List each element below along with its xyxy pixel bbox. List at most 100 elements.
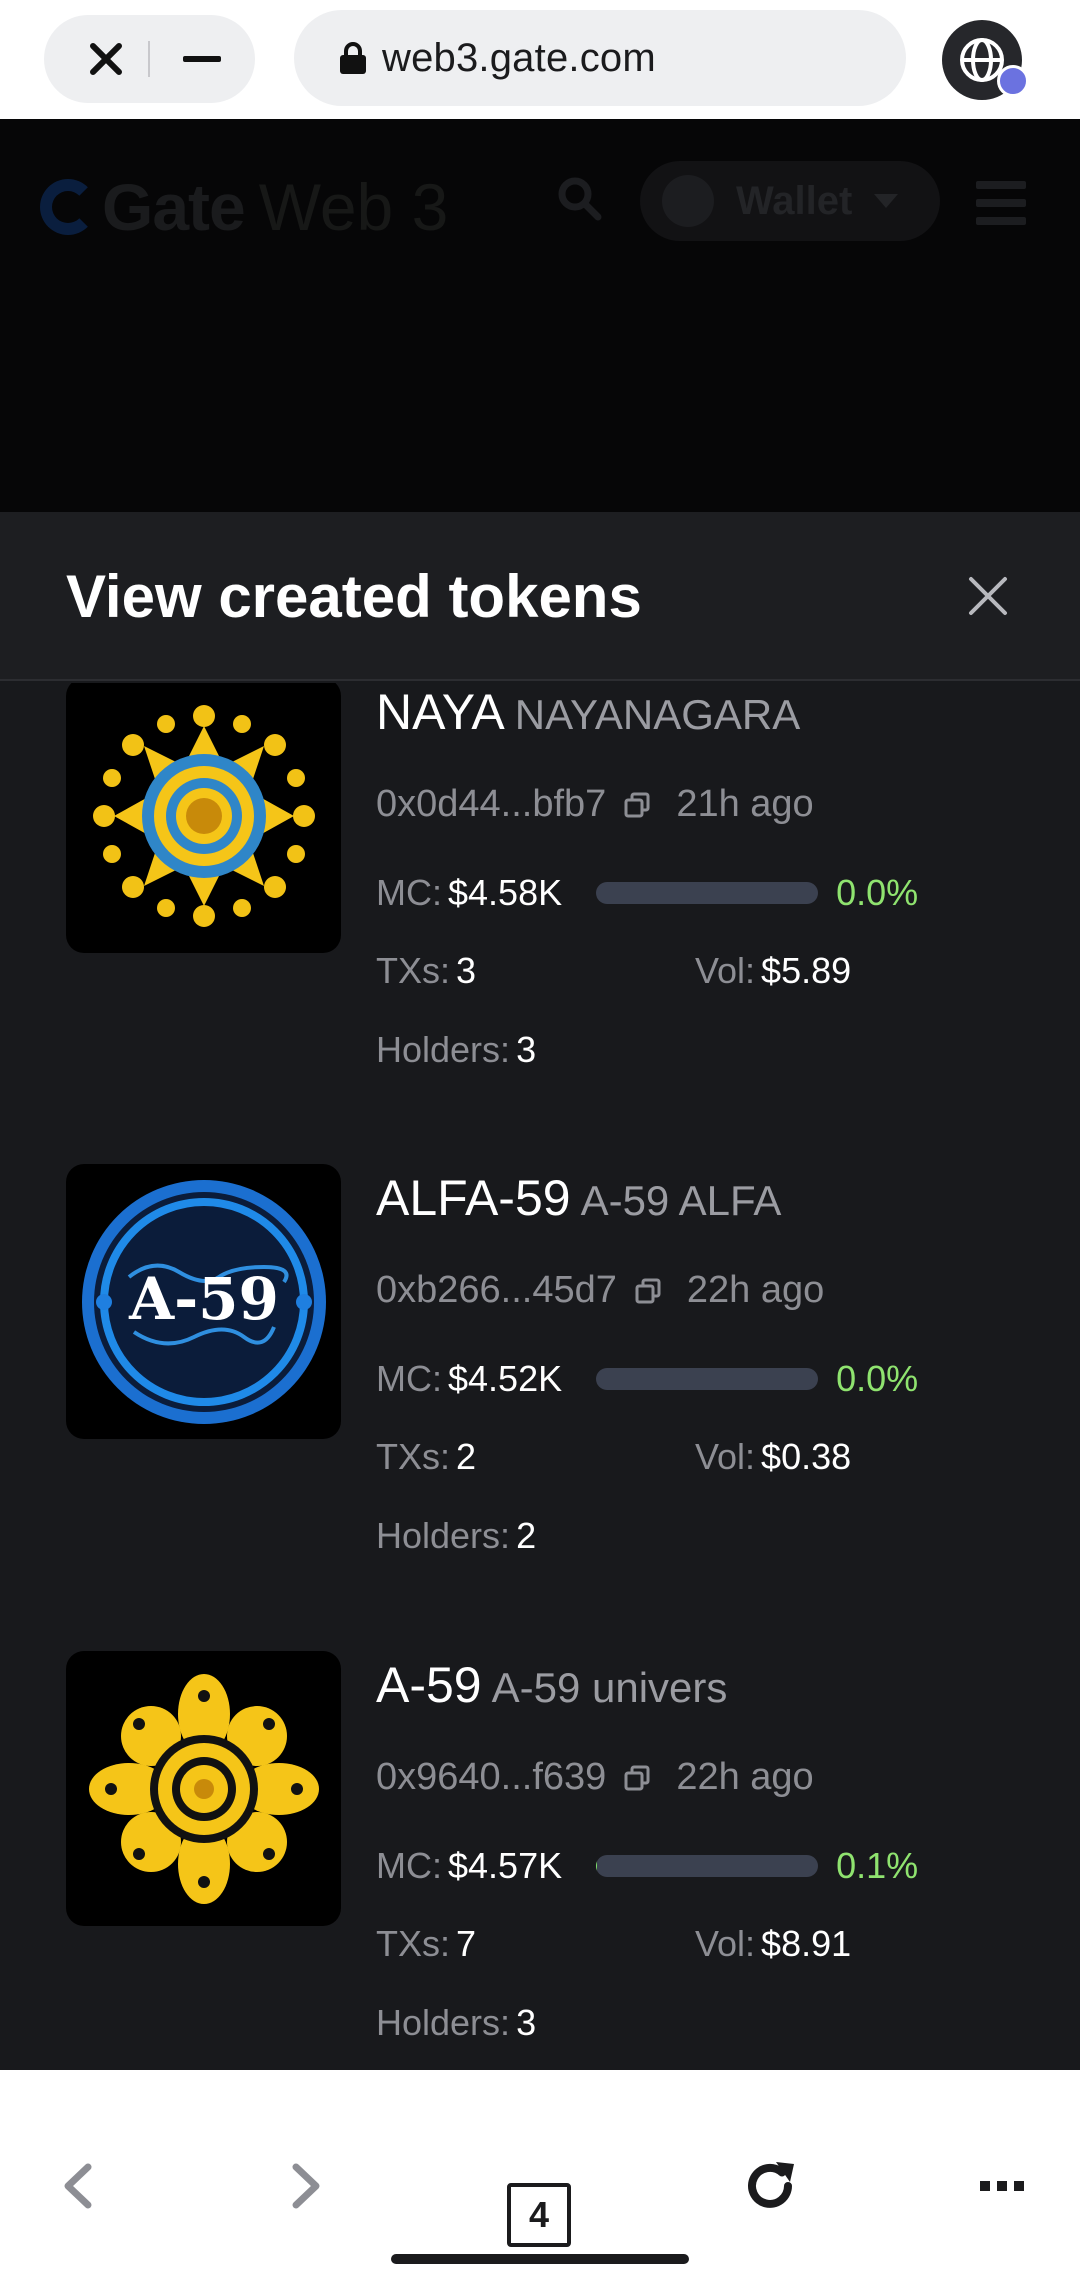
holders-label: Holders: — [376, 2002, 511, 2043]
txs-label: TXs: — [376, 1923, 451, 1964]
token-address: 0xb266...45d7 — [376, 1269, 617, 1311]
reload-icon — [748, 2162, 794, 2208]
token-symbol: A-59 — [376, 1657, 482, 1713]
txs-value: 3 — [456, 950, 477, 991]
market-cap-line: MC: $4.52K 0.0% — [376, 1358, 918, 1400]
progress-percent: 0.0% — [836, 1358, 919, 1399]
holders-label: Holders: — [376, 1029, 511, 1070]
token-age: 21h ago — [676, 783, 814, 825]
web3-network-button[interactable] — [942, 20, 1029, 100]
copy-icon[interactable] — [624, 1765, 650, 1791]
token-card[interactable]: A-59 ALFA-59 A-59 ALFA 0xb266...45d7 22h … — [0, 1164, 1080, 1644]
mc-label: MC: — [376, 872, 442, 913]
bonding-progress-bar — [596, 1368, 819, 1390]
token-name-line: A-59 A-59 univers — [376, 1656, 727, 1714]
token-list: NAYA NAYANAGARA 0x0d44...bfb7 21h ago MC:… — [0, 683, 1080, 2070]
logo-text: A-59 — [128, 1265, 279, 1333]
token-full-name: A-59 univers — [491, 1664, 728, 1711]
txs-stat: TXs: 2 — [376, 1436, 476, 1478]
volume-value: $5.89 — [761, 950, 852, 991]
tab-switcher-button[interactable]: 4 — [507, 2183, 571, 2247]
reload-button[interactable] — [730, 2146, 810, 2226]
volume-stat: Vol: $5.89 — [695, 950, 851, 992]
hamburger-menu-icon[interactable] — [976, 181, 1026, 225]
chevron-right-icon — [292, 2163, 320, 2209]
token-age: 22h ago — [676, 1756, 814, 1798]
txs-value: 2 — [456, 1436, 477, 1477]
brand-name: Gate — [102, 170, 246, 244]
search-icon[interactable] — [556, 175, 602, 221]
forward-button[interactable] — [266, 2146, 346, 2226]
volume-value: $8.91 — [761, 1923, 852, 1964]
yellow-mandala-icon — [92, 704, 315, 927]
vol-label: Vol: — [695, 1923, 756, 1964]
bonding-progress-bar — [596, 1855, 819, 1877]
holders-stat: Holders: 2 — [376, 1515, 536, 1557]
token-symbol: NAYA — [376, 684, 505, 740]
holders-value: 2 — [516, 1515, 537, 1556]
vol-label: Vol: — [695, 950, 756, 991]
txs-value: 7 — [456, 1923, 477, 1964]
token-card[interactable]: NAYA NAYANAGARA 0x0d44...bfb7 21h ago MC:… — [0, 683, 1080, 1158]
site-header-dimmed: Gate Web 3 Wallet — [0, 119, 1080, 512]
divider — [148, 41, 150, 77]
copy-icon[interactable] — [624, 792, 650, 818]
lock-icon — [340, 42, 366, 74]
yellow-flower-mandala-icon — [88, 1673, 319, 1904]
gate-logo-icon — [40, 179, 96, 235]
browser-bottom-bar: 4 — [0, 2070, 1080, 2287]
market-cap-value: $4.58K — [448, 872, 563, 913]
url-text: web3.gate.com — [382, 35, 656, 80]
txs-label: TXs: — [376, 950, 451, 991]
vol-label: Vol: — [695, 1436, 756, 1477]
brand-suffix: Web 3 — [258, 170, 449, 244]
close-tab-button[interactable] — [58, 15, 154, 103]
market-cap-value: $4.52K — [448, 1358, 563, 1399]
token-age: 22h ago — [686, 1269, 825, 1311]
token-logo: A-59 — [66, 1164, 341, 1439]
holders-stat: Holders: 3 — [376, 1029, 536, 1071]
token-name-line: ALFA-59 A-59 ALFA — [376, 1169, 781, 1227]
browser-page: web3.gate.com Gate Web 3 Wallet View cre… — [0, 0, 1080, 2287]
chevron-left-icon — [64, 2163, 92, 2209]
token-address-line: 0xb266...45d7 22h ago — [376, 1269, 824, 1312]
minimize-button[interactable] — [154, 15, 250, 103]
token-logo — [66, 1651, 341, 1926]
ethereum-badge-icon — [997, 65, 1029, 97]
token-symbol: ALFA-59 — [376, 1170, 571, 1226]
close-icon — [90, 43, 122, 75]
more-options-button[interactable] — [962, 2146, 1042, 2226]
txs-stat: TXs: 3 — [376, 950, 476, 992]
created-tokens-sheet: View created tokens NAYA NAYANAGARA 0x0d… — [0, 512, 1080, 2070]
wallet-button[interactable]: Wallet — [640, 161, 940, 241]
token-logo — [66, 683, 341, 953]
gate-web3-logo[interactable]: Gate Web 3 — [40, 169, 448, 245]
copy-icon[interactable] — [635, 1278, 661, 1304]
market-cap-line: MC: $4.57K 0.1% — [376, 1845, 918, 1887]
wallet-label: Wallet — [736, 178, 853, 223]
more-horizontal-icon — [980, 2181, 1024, 2191]
token-address-line: 0x0d44...bfb7 21h ago — [376, 783, 814, 826]
market-cap-line: MC: $4.58K 0.0% — [376, 872, 918, 914]
minus-icon — [183, 56, 221, 62]
token-card[interactable]: A-59 A-59 univers 0x9640...f639 22h ago M… — [0, 1651, 1080, 2070]
mc-label: MC: — [376, 1845, 442, 1886]
home-indicator — [391, 2254, 689, 2264]
holders-value: 3 — [516, 1029, 537, 1070]
browser-toolbar: web3.gate.com — [0, 0, 1080, 119]
bonding-progress-bar — [596, 882, 819, 904]
progress-percent: 0.1% — [836, 1845, 919, 1886]
volume-stat: Vol: $8.91 — [695, 1923, 851, 1965]
token-full-name: NAYANAGARA — [514, 691, 801, 738]
market-cap-value: $4.57K — [448, 1845, 563, 1886]
a59-globe-badge-icon: A-59 — [81, 1179, 326, 1424]
back-button[interactable] — [38, 2146, 118, 2226]
progress-percent: 0.0% — [836, 872, 919, 913]
address-bar[interactable]: web3.gate.com — [294, 10, 906, 106]
sheet-header: View created tokens — [0, 512, 1080, 681]
sheet-close-button[interactable] — [960, 568, 1016, 624]
holders-value: 3 — [516, 2002, 537, 2043]
window-controls — [44, 15, 255, 103]
holders-stat: Holders: 3 — [376, 2002, 536, 2044]
txs-stat: TXs: 7 — [376, 1923, 476, 1965]
